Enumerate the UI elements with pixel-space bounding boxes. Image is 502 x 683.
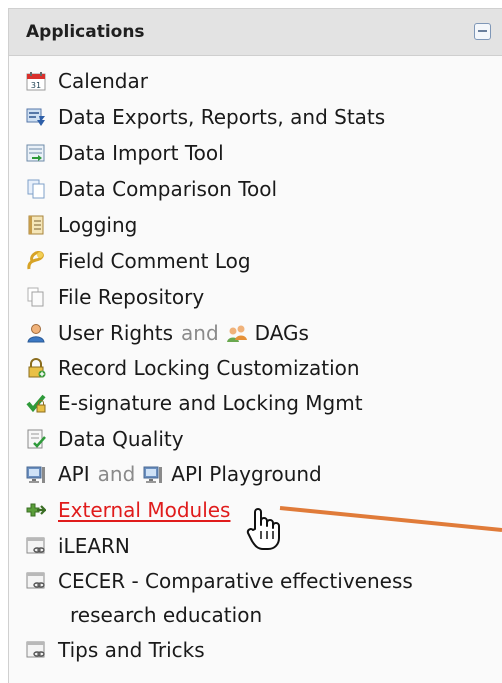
hand-cursor-icon bbox=[246, 507, 280, 555]
annotation-arrow bbox=[279, 506, 502, 532]
